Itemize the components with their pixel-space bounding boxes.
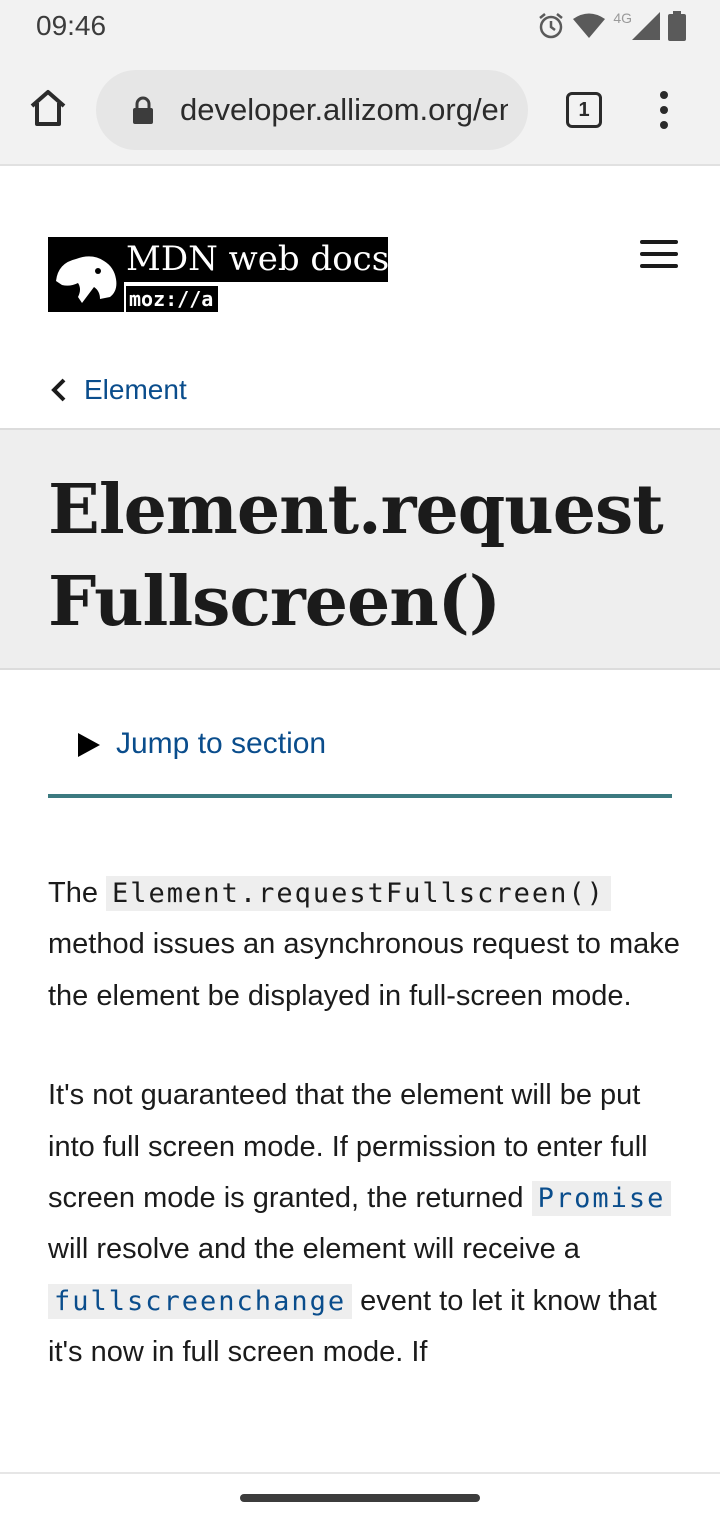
paragraph-intro: The Element.requestFullscreen() method i… <box>48 876 680 1012</box>
breadcrumb-link[interactable]: Element <box>84 374 187 406</box>
site-menu-button[interactable] <box>640 240 678 268</box>
more-vert-icon <box>660 91 668 129</box>
fullscreenchange-link[interactable]: fullscreenchange <box>48 1283 353 1319</box>
battery-icon <box>668 11 686 41</box>
status-icons: 4G <box>537 10 686 42</box>
article-content: The Element.requestFullscreen() method i… <box>48 868 680 1427</box>
url-bar[interactable]: developer.allizom.org/en-US/docs/Web/API… <box>96 70 528 150</box>
jump-to-section-label[interactable]: Jump to section <box>116 724 326 764</box>
logo-title: MDN web docs <box>124 237 389 282</box>
browser-toolbar: developer.allizom.org/en-US/docs/Web/API… <box>0 54 720 166</box>
network-label: 4G <box>613 10 632 26</box>
title-band: Element.request Fullscreen() <box>0 428 720 670</box>
chevron-left-icon <box>51 378 66 402</box>
page-title: Element.request Fullscreen() <box>48 470 664 642</box>
hamburger-icon <box>640 240 678 244</box>
paragraph-detail: It's not guaranteed that the element wil… <box>48 1070 680 1378</box>
breadcrumb[interactable]: Element <box>48 370 187 410</box>
home-gesture-handle[interactable] <box>240 1494 480 1502</box>
lock-icon <box>133 96 153 124</box>
wifi-icon <box>573 13 606 38</box>
jump-to-section[interactable]: Jump to section <box>48 720 672 798</box>
logo-subtitle: moz://a <box>126 286 218 312</box>
tabs-button[interactable]: 1 <box>566 92 602 128</box>
home-icon <box>30 90 66 126</box>
gesture-nav-bar <box>0 1472 720 1520</box>
dino-logo-icon <box>48 237 124 312</box>
url-text[interactable]: developer.allizom.org/en-US/docs/Web/API… <box>180 90 508 130</box>
triangle-right-icon <box>78 733 100 757</box>
mdn-logo[interactable]: MDN web docs moz://a <box>48 237 389 312</box>
home-button[interactable] <box>24 84 72 132</box>
status-time: 09:46 <box>36 10 107 41</box>
signal-icon <box>632 12 660 40</box>
alarm-icon <box>539 13 564 39</box>
promise-link[interactable]: Promise <box>531 1181 672 1217</box>
code-method: Element.requestFullscreen() <box>106 876 611 911</box>
browser-menu-button[interactable] <box>650 90 678 130</box>
status-bar: 09:46 4G <box>0 0 720 54</box>
